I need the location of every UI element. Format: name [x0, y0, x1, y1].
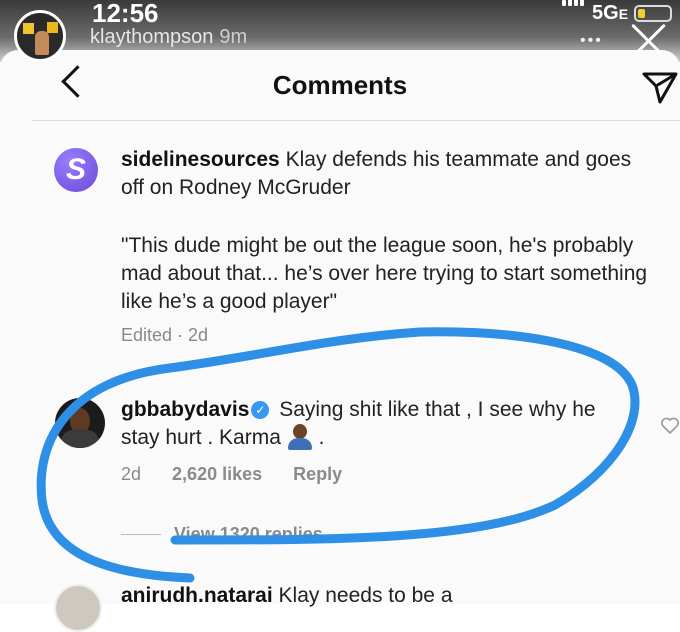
caption-username[interactable]: sidelinesources [121, 148, 280, 171]
reply-divider [121, 534, 161, 535]
reply-button[interactable]: Reply [293, 464, 342, 484]
network-type: 5GE [592, 2, 628, 25]
avatar-detail [61, 430, 99, 448]
verified-icon: ✓ [251, 401, 270, 419]
close-icon[interactable] [628, 20, 670, 62]
view-replies-label: View 1320 replies [174, 524, 323, 544]
story-time: 9m [219, 26, 248, 48]
network-label: 5G [592, 2, 619, 24]
comment-meta: 2d 2,620 likes Reply [121, 464, 342, 485]
comment-body-end: . [318, 426, 325, 449]
avatar[interactable]: S [54, 148, 98, 192]
more-options-icon[interactable]: ••• [580, 32, 603, 50]
network-suffix: E [618, 6, 629, 22]
avatar-detail [35, 31, 49, 55]
view-replies-button[interactable]: View 1320 replies [174, 524, 323, 545]
avatar-detail [23, 23, 34, 34]
avatar[interactable] [54, 584, 102, 632]
share-direct-icon[interactable] [640, 66, 680, 106]
story-username[interactable]: klaythompson 9m [90, 26, 247, 49]
heart-icon[interactable] [660, 416, 680, 436]
story-avatar[interactable] [14, 10, 66, 62]
comments-sheet [0, 50, 680, 604]
likes-count[interactable]: 2,620 likes [172, 464, 262, 484]
caption-quote: "This dude might be out the league soon,… [121, 234, 648, 313]
avatar[interactable] [55, 398, 105, 448]
header-divider [32, 120, 680, 121]
comment-time: 2d [121, 464, 142, 484]
status-time: 12:56 [92, 0, 159, 28]
comment-username[interactable]: gbbabydavis [121, 398, 249, 421]
page-title: Comments [272, 70, 408, 100]
caption-text: sidelinesources Klay defends his teammat… [121, 146, 651, 202]
comment-text: anirudh.natarai Klay needs to be a [121, 582, 641, 610]
caption-edited: Edited · 2d [121, 325, 209, 345]
comment-text: gbbabydavis ✓ Saying shit like that , I s… [121, 396, 636, 452]
avatar-detail [47, 22, 58, 33]
story-username-text: klaythompson [90, 26, 214, 48]
shrug-emoji-icon [287, 424, 313, 450]
